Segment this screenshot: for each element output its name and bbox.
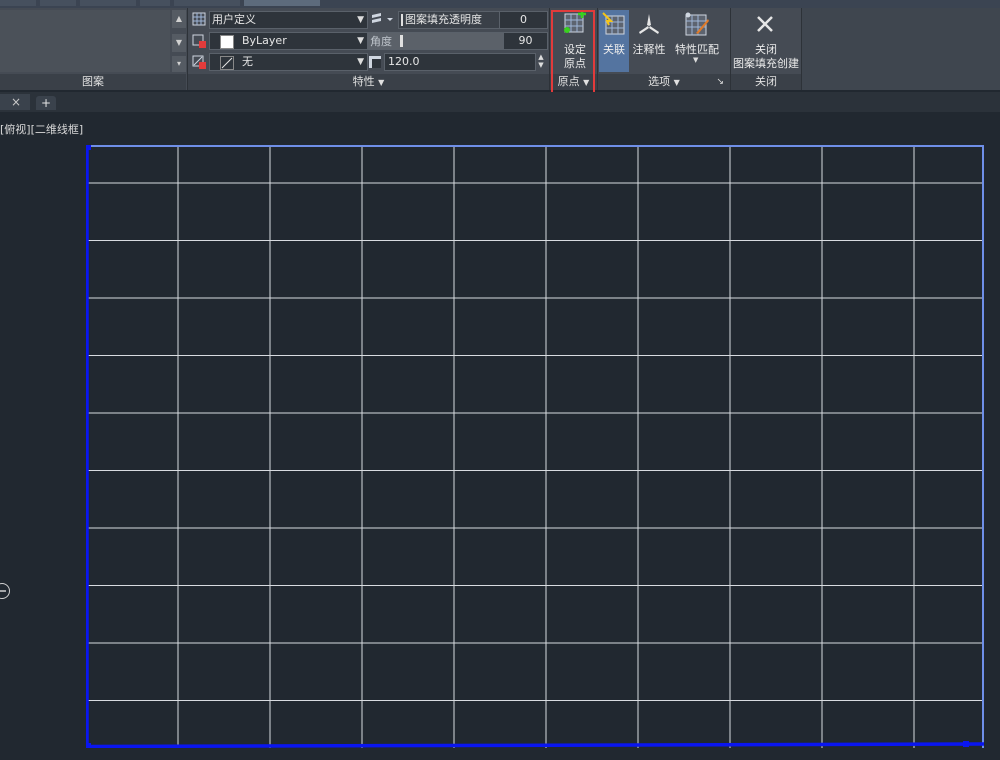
gallery-scroll-up-button[interactable]: ▲ bbox=[172, 10, 186, 28]
gallery-expand-button[interactable]: ▾ bbox=[172, 56, 186, 72]
chevron-down-icon: ▼ bbox=[357, 57, 364, 67]
panel-title-properties[interactable]: 特性 ▼ bbox=[188, 74, 549, 90]
chevron-down-icon: ▼ bbox=[378, 78, 385, 87]
chevron-down-icon: ▼ bbox=[673, 78, 680, 87]
navigation-wheel-icon[interactable] bbox=[0, 583, 10, 599]
file-tab-bar bbox=[0, 92, 1000, 112]
close-hatch-creation-label: 关闭 图案填充创建 bbox=[733, 43, 799, 70]
spacing-input[interactable]: 120.0 bbox=[384, 53, 536, 71]
hatch-drawing[interactable] bbox=[86, 145, 984, 748]
ribbon-tab[interactable] bbox=[80, 0, 136, 6]
transparency-label: 图案填充透明度 bbox=[398, 11, 500, 29]
file-tab[interactable]: × bbox=[0, 94, 30, 110]
panel-title-close: 关闭 bbox=[731, 74, 801, 90]
match-properties-button[interactable]: 特性匹配 ▼ bbox=[672, 10, 722, 72]
dialog-launcher-icon[interactable]: ↘ bbox=[716, 74, 724, 90]
match-properties-label: 特性匹配 bbox=[675, 43, 719, 56]
close-hatch-creation-button[interactable]: 关闭 图案填充创建 bbox=[732, 10, 800, 72]
spacing-icon bbox=[367, 54, 383, 70]
background-color-value: 无 bbox=[242, 55, 253, 68]
angle-slider[interactable]: 角度 bbox=[367, 32, 504, 50]
boundary-grip[interactable] bbox=[963, 741, 969, 747]
angle-slider-thumb[interactable] bbox=[400, 35, 403, 47]
boundary-grip[interactable] bbox=[86, 145, 91, 150]
chevron-down-icon: ▼ bbox=[693, 56, 699, 64]
pattern-gallery[interactable] bbox=[0, 10, 170, 72]
ribbon-tab-active[interactable] bbox=[244, 0, 320, 6]
associative-label: 关联 bbox=[603, 43, 625, 56]
associative-icon bbox=[602, 11, 626, 35]
hatch-color-select[interactable]: ByLayer ▼ bbox=[209, 32, 368, 50]
highlight-box bbox=[551, 10, 595, 94]
spacing-spinner[interactable]: ▲ ▼ bbox=[536, 53, 546, 71]
background-color-select[interactable]: 无 ▼ bbox=[209, 53, 368, 71]
color-swatch bbox=[220, 35, 234, 49]
close-icon bbox=[755, 14, 775, 34]
close-tab-icon[interactable]: × bbox=[11, 94, 21, 110]
annotative-button[interactable]: 注释性 bbox=[631, 10, 667, 66]
transparency-mode-button[interactable] bbox=[370, 11, 396, 27]
ribbon-tab[interactable] bbox=[174, 0, 240, 6]
associative-button[interactable]: 关联 bbox=[599, 10, 629, 72]
hatch-color-icon bbox=[191, 33, 207, 49]
angle-label: 角度 bbox=[370, 35, 392, 48]
ribbon-tab[interactable] bbox=[40, 0, 76, 6]
background-color-icon bbox=[191, 54, 207, 70]
boundary-bottom-edge bbox=[86, 742, 984, 748]
boundary-grip[interactable] bbox=[86, 743, 91, 748]
none-swatch-icon bbox=[220, 56, 234, 70]
viewport-controls-label[interactable]: [俯视][二维线框] bbox=[0, 121, 83, 137]
angle-input[interactable]: 90 bbox=[503, 32, 548, 50]
gallery-scroll-down-button[interactable]: ▼ bbox=[172, 34, 186, 52]
ribbon-empty-area bbox=[802, 8, 1000, 90]
transparency-input[interactable]: 0 bbox=[499, 11, 548, 29]
ribbon-tab[interactable] bbox=[0, 0, 36, 6]
hatch-type-select[interactable]: 用户定义 ▼ bbox=[209, 11, 368, 29]
annotative-icon bbox=[637, 12, 661, 36]
chevron-down-icon: ▼ bbox=[357, 36, 364, 46]
panel-title-options[interactable]: 选项 ▼ ↘ bbox=[598, 74, 730, 90]
panel-title-pattern: 图案 bbox=[0, 74, 186, 90]
ribbon-tab[interactable] bbox=[140, 0, 170, 6]
match-properties-icon bbox=[684, 11, 710, 37]
hatch-color-value: ByLayer bbox=[242, 34, 287, 47]
hatch-type-icon bbox=[191, 11, 207, 27]
chevron-down-icon: ▼ bbox=[357, 15, 364, 25]
annotative-label: 注释性 bbox=[632, 43, 666, 56]
new-tab-button[interactable]: + bbox=[36, 96, 56, 110]
hatch-type-value: 用户定义 bbox=[212, 13, 256, 26]
